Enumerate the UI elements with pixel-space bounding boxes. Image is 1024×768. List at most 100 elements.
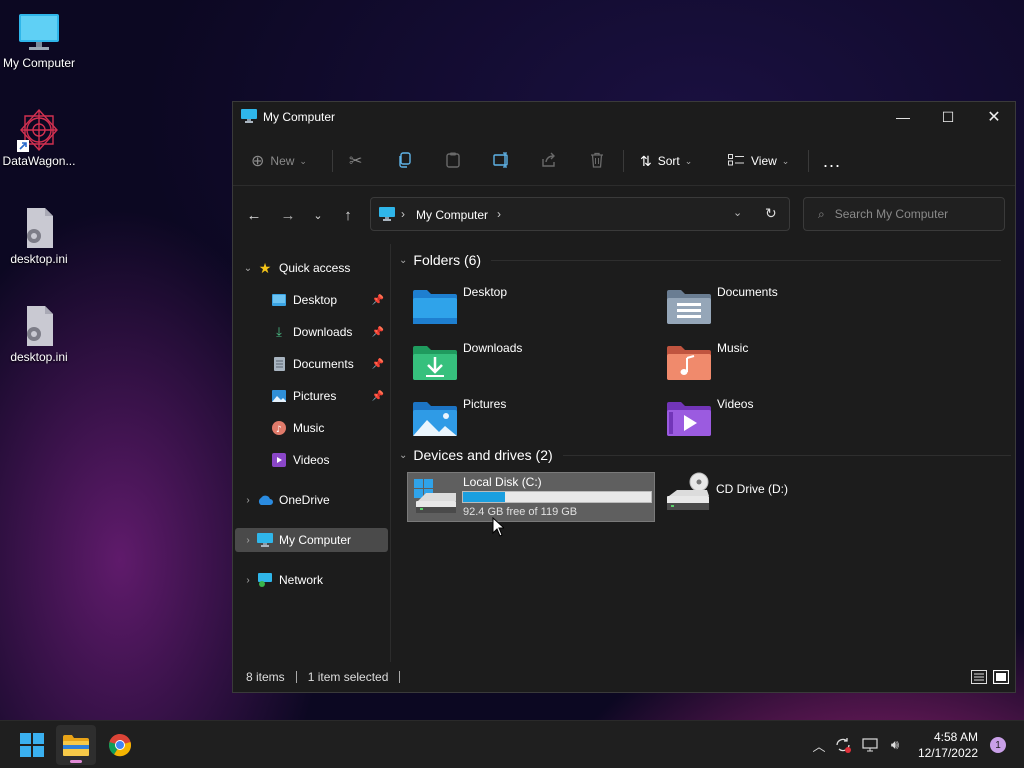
- drive-free-space: 92.4 GB free of 119 GB: [463, 506, 578, 518]
- navigation-pane: ⌄ ★ Quick access Desktop 📌 ⤓ Downloads 📌…: [233, 244, 391, 662]
- cut-button[interactable]: ✂: [349, 148, 362, 174]
- rename-icon: [493, 151, 511, 171]
- folders-group-header[interactable]: ⌄ Folders (6): [399, 252, 1002, 268]
- forward-button[interactable]: →: [277, 205, 299, 225]
- nav-item-downloads[interactable]: ⤓ Downloads 📌: [235, 320, 388, 344]
- delete-button[interactable]: [589, 148, 605, 174]
- videos-folder-icon: [667, 400, 711, 436]
- minimize-button[interactable]: —: [880, 102, 926, 132]
- status-bar: 8 items 1 item selected: [233, 662, 1015, 692]
- refresh-icon[interactable]: ↻: [765, 205, 777, 222]
- content-pane: ⌄ Folders (6) Desktop Documents Download…: [393, 244, 1015, 662]
- more-options-button[interactable]: ...: [823, 148, 841, 174]
- details-view-button[interactable]: [971, 670, 987, 687]
- clock[interactable]: 4:58 AM 12/17/2022: [918, 729, 978, 761]
- chevron-down-icon: ⌄: [684, 155, 693, 166]
- nav-item-documents[interactable]: Documents 📌: [235, 352, 388, 376]
- downloads-folder-icon: [413, 344, 457, 380]
- view-button[interactable]: View ⌄: [728, 148, 789, 174]
- drive-name: CD Drive (D:): [716, 482, 788, 496]
- chevron-right-icon: ›: [246, 534, 250, 546]
- clock-date: 12/17/2022: [917, 746, 978, 760]
- close-button[interactable]: ✕: [971, 102, 1017, 132]
- tiles-view-button[interactable]: [992, 669, 1010, 687]
- sync-status-icon[interactable]: [832, 735, 854, 755]
- taskbar-chrome[interactable]: [100, 725, 140, 765]
- nav-quick-access[interactable]: ⌄ ★ Quick access: [235, 256, 388, 280]
- desktop-icon-desktop-ini-1[interactable]: desktop.ini: [0, 198, 78, 266]
- arrow-left-icon: ←: [246, 206, 262, 224]
- maximize-button[interactable]: ☐: [925, 102, 971, 132]
- nav-network[interactable]: › Network: [235, 568, 388, 592]
- windows-logo-icon: [20, 733, 44, 757]
- monitor-icon: [241, 108, 257, 126]
- nav-onedrive[interactable]: › OneDrive: [235, 488, 388, 512]
- share-button[interactable]: [541, 148, 557, 174]
- devices-group-header[interactable]: ⌄ Devices and drives (2): [399, 447, 1011, 463]
- network-status-icon[interactable]: [860, 735, 882, 755]
- documents-folder-icon: [667, 288, 711, 324]
- new-button[interactable]: ⊕ New ⌄: [251, 148, 307, 174]
- breadcrumb-my-computer[interactable]: My Computer: [416, 208, 488, 222]
- add-circle-icon: ⊕: [251, 153, 265, 170]
- pictures-folder-icon: [413, 400, 457, 436]
- music-folder-icon: [667, 344, 711, 380]
- pin-icon[interactable]: 📌: [372, 327, 384, 338]
- folder-downloads[interactable]: Downloads: [407, 336, 655, 386]
- video-icon: [271, 452, 287, 468]
- star-icon: ★: [258, 259, 272, 276]
- drive-local-disk-c[interactable]: Local Disk (C:) 92.4 GB free of 119 GB: [407, 472, 655, 522]
- trash-icon: [589, 152, 605, 171]
- drive-usage-fill: [463, 492, 506, 502]
- notification-badge[interactable]: 1: [990, 737, 1006, 753]
- back-button[interactable]: ←: [243, 205, 265, 225]
- toolbar-divider: [808, 150, 809, 172]
- volume-icon[interactable]: 🔊︎: [884, 735, 906, 755]
- recent-locations-button[interactable]: ⌄: [307, 205, 329, 225]
- folder-desktop[interactable]: Desktop: [407, 280, 655, 330]
- settings-file-icon: [17, 206, 61, 250]
- search-input[interactable]: ⌕ Search My Computer: [803, 197, 1005, 231]
- nav-item-pictures[interactable]: Pictures 📌: [235, 384, 388, 408]
- folder-documents[interactable]: Documents: [661, 280, 909, 330]
- nav-item-videos[interactable]: Videos: [235, 448, 388, 472]
- desktop-icon-desktop-ini-2[interactable]: desktop.ini: [0, 296, 78, 364]
- desktop-icon-datawagon[interactable]: DataWagon...: [0, 100, 78, 168]
- show-hidden-icons-button[interactable]: ︿: [808, 735, 830, 755]
- picture-icon: [271, 388, 287, 404]
- folder-videos[interactable]: Videos: [661, 392, 909, 442]
- desktop-icon-my-computer[interactable]: My Computer: [0, 2, 78, 70]
- taskbar: ︿ 🔊︎ 4:58 AM 12/17/2022 1: [0, 720, 1024, 768]
- copy-button[interactable]: [397, 148, 413, 174]
- window-title: My Computer: [263, 110, 336, 124]
- rename-button[interactable]: [493, 148, 511, 174]
- desktop-folder-icon: [413, 288, 457, 324]
- copy-icon: [397, 151, 413, 171]
- nav-item-desktop[interactable]: Desktop 📌: [235, 288, 388, 312]
- pin-icon[interactable]: 📌: [372, 359, 384, 370]
- download-icon: ⤓: [276, 324, 282, 339]
- selection-count: 1 item selected: [307, 670, 389, 684]
- chevron-down-icon: ⌄: [313, 209, 323, 222]
- file-explorer-icon: [63, 735, 89, 756]
- settings-file-icon: [17, 304, 61, 348]
- group-divider: [562, 454, 1011, 456]
- up-button[interactable]: ↑: [337, 205, 359, 225]
- address-bar[interactable]: › My Computer › ⌄ ↻: [370, 197, 790, 231]
- folder-music[interactable]: Music: [661, 336, 909, 386]
- command-bar: ⊕ New ⌄ ✂ ⇅ Sort ⌄ View ⌄ ...: [233, 136, 1015, 186]
- tiles-view-icon: [992, 669, 1010, 685]
- pin-icon[interactable]: 📌: [372, 295, 384, 306]
- datawagon-app-icon: [17, 108, 61, 152]
- paste-button[interactable]: [445, 148, 461, 174]
- sort-button[interactable]: ⇅ Sort ⌄: [640, 148, 692, 174]
- folder-pictures[interactable]: Pictures: [407, 392, 655, 442]
- nav-item-music[interactable]: ♪ Music: [235, 416, 388, 440]
- chevron-right-icon: ›: [401, 207, 405, 221]
- drive-cd-d[interactable]: CD Drive (D:): [661, 472, 909, 522]
- taskbar-file-explorer[interactable]: [56, 725, 96, 765]
- start-button[interactable]: [12, 725, 52, 765]
- nav-my-computer[interactable]: › My Computer: [235, 528, 388, 552]
- address-history-dropdown[interactable]: ⌄: [733, 206, 742, 219]
- pin-icon[interactable]: 📌: [372, 391, 384, 402]
